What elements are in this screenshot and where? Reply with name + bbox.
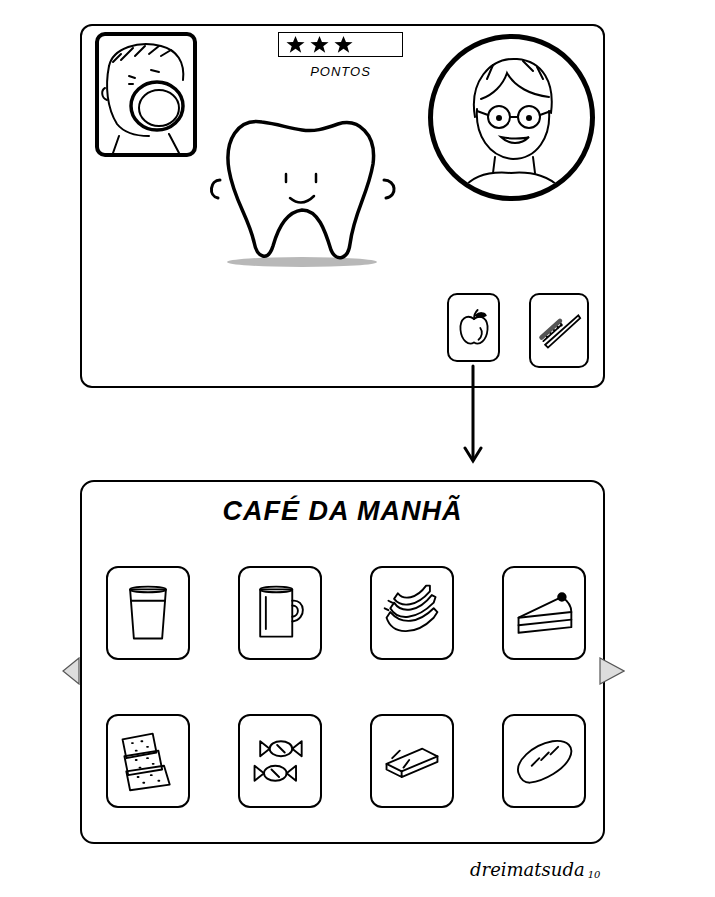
game-panel: PONTOS [80,24,605,388]
previous-arrow-icon[interactable] [62,657,80,685]
score-label: PONTOS [278,64,403,79]
star-icon [286,35,305,54]
water-icon [115,580,181,646]
apple-icon [456,308,492,348]
crackers-item[interactable] [106,714,190,808]
candy-icon [247,728,313,794]
mug-item[interactable] [238,566,322,660]
tooth-character-icon [202,112,402,272]
player-avatar-icon [428,34,595,201]
cake-icon [511,580,577,646]
food-grid [82,566,603,808]
menu-title: CAFÉ DA MANHÃ [82,494,603,528]
score-stars [278,32,403,57]
bread-icon [511,728,577,794]
down-arrow-icon [463,364,483,464]
star-icon [334,35,353,54]
crackers-icon [115,728,181,794]
food-button[interactable] [447,293,500,362]
game-screen: PONTOS CAFÉ DA MANHÃ dreimatsuda10 [0,0,715,897]
banana-icon [379,580,445,646]
chocolate-item[interactable] [370,714,454,808]
toothbrush-icon [536,308,582,354]
next-arrow-icon[interactable] [599,657,625,685]
chocolate-icon [379,728,445,794]
author-signature: dreimatsuda10 [0,858,715,882]
candy-item[interactable] [238,714,322,808]
mug-icon [247,580,313,646]
action-buttons [447,293,589,368]
water-item[interactable] [106,566,190,660]
cake-item[interactable] [502,566,586,660]
star-icon [310,35,329,54]
brush-button[interactable] [529,293,589,368]
child-face-icon [95,32,197,157]
breakfast-menu: CAFÉ DA MANHÃ [80,480,605,844]
banana-item[interactable] [370,566,454,660]
bread-item[interactable] [502,714,586,808]
